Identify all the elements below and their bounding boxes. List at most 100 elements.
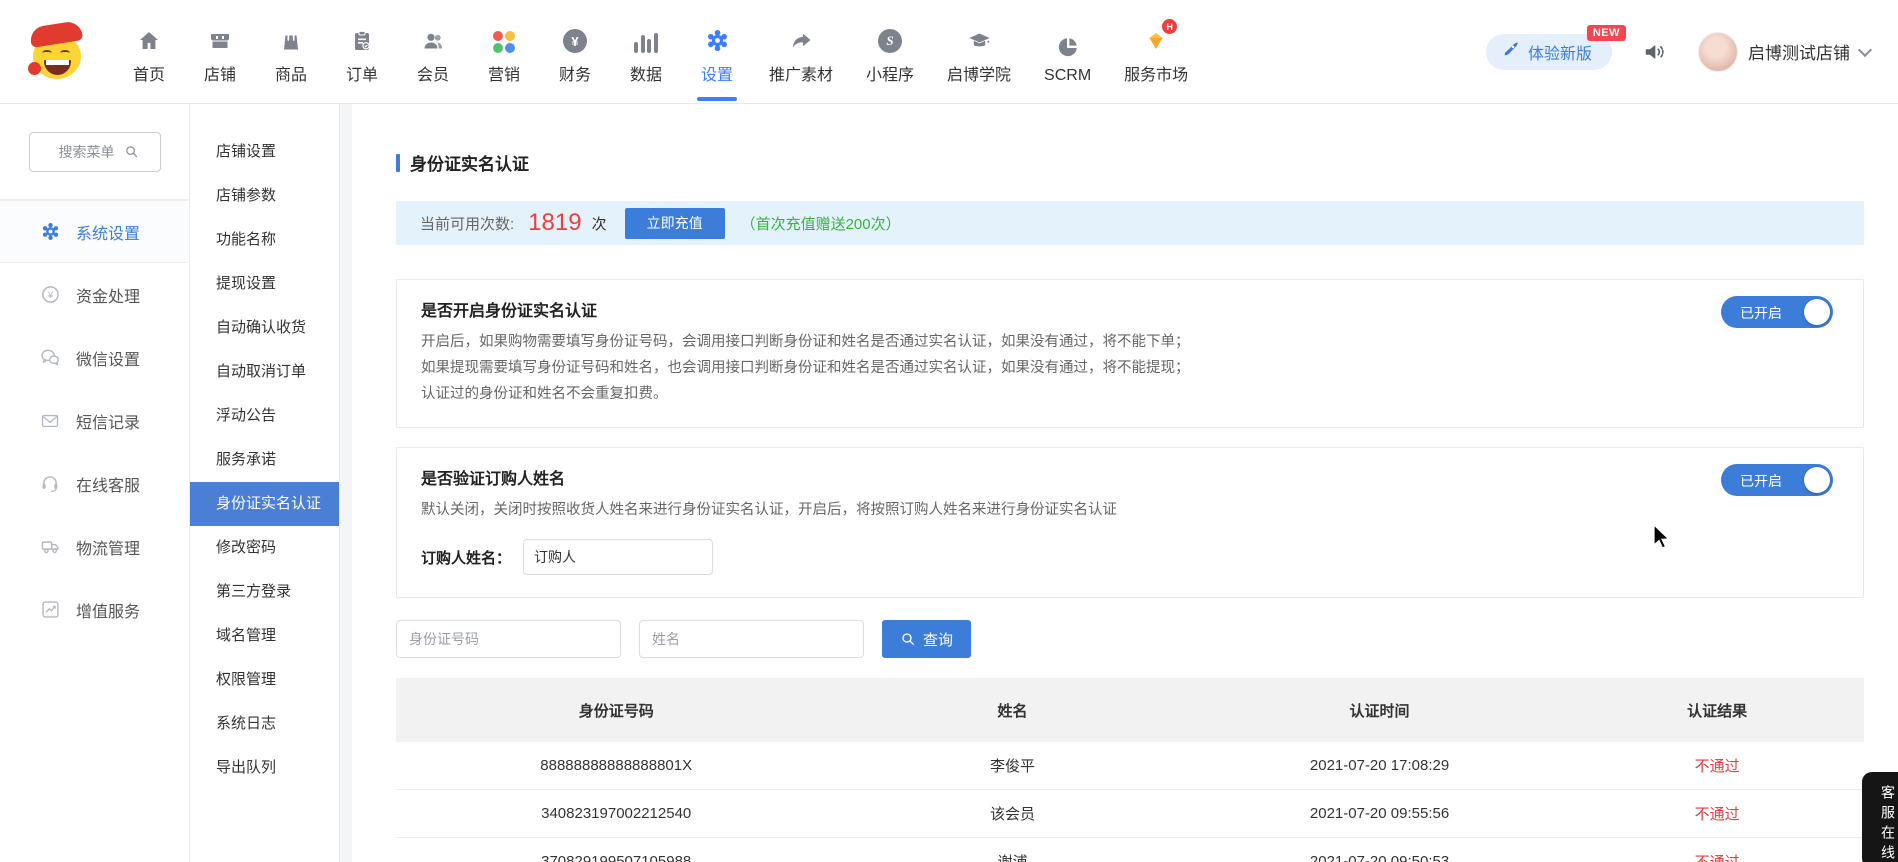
cell-id-number: 88888888888888801X [396, 757, 836, 774]
menu-search-input[interactable] [29, 132, 161, 172]
submenu-item-withdraw-settings[interactable]: 提现设置 [190, 262, 339, 306]
orderer-name-input[interactable] [523, 539, 713, 575]
sidebar-item-sms[interactable]: 短信记录 [0, 389, 189, 452]
query-button-label: 查询 [923, 629, 953, 650]
submenu-item-id-verification[interactable]: 身份证实名认证 [190, 482, 339, 526]
nav-item-orders[interactable]: 订单 [343, 27, 381, 85]
trend-chart-icon [38, 599, 62, 620]
clipboard-icon [350, 27, 374, 53]
mail-icon [38, 411, 62, 431]
sidebar-item-wechat[interactable]: 微信设置 [0, 326, 189, 389]
recharge-button[interactable]: 立即充值 [625, 208, 725, 239]
submenu-item-auto-cancel[interactable]: 自动取消订单 [190, 350, 339, 394]
cell-name: 谢浦 [836, 851, 1188, 862]
orderer-name-label: 订购人姓名： [421, 547, 511, 568]
page-title-text: 身份证实名认证 [410, 150, 529, 175]
table-row: 88888888888888801X 李俊平 2021-07-20 17:08:… [396, 742, 1864, 790]
name-input[interactable] [639, 620, 864, 658]
top-nav: 首页 店铺 商品 订单 [0, 0, 1898, 104]
col-header-time: 认证时间 [1189, 700, 1571, 721]
sidebar-item-online-service[interactable]: 在线客服 [0, 452, 189, 515]
nav-item-data[interactable]: 数据 [627, 27, 665, 85]
primary-sidebar: 系统设置 ¥ 资金处理 微信设置 短信记录 [0, 104, 190, 862]
cell-time: 2021-07-20 17:08:29 [1189, 757, 1571, 774]
sidebar-item-label: 资金处理 [76, 283, 140, 307]
nav-label: SCRM [1044, 67, 1091, 85]
headset-icon [38, 473, 62, 494]
nav-item-settings[interactable]: 设置 [698, 27, 736, 85]
section-desc-line: 如果提现需要填写身份证号码和姓名，也会调用接口判断身份证和姓名是否通过实名认证，… [421, 355, 1839, 381]
members-icon [421, 27, 445, 53]
nav-label: 财务 [559, 61, 591, 85]
account-menu[interactable]: 启博测试店铺 [1698, 32, 1870, 72]
main-content: 身份证实名认证 当前可用次数: 1819 次 立即充值 （首次充值赠送200次）… [340, 104, 1898, 862]
nav-item-academy[interactable]: 启博学院 [947, 27, 1011, 85]
id-number-input[interactable] [396, 620, 621, 658]
avatar [1698, 32, 1738, 72]
submenu-item-permission-management[interactable]: 权限管理 [190, 658, 339, 702]
sidebar-item-value-added[interactable]: 增值服务 [0, 578, 189, 641]
submenu-item-shop-settings[interactable]: 店铺设置 [190, 130, 339, 174]
gear-icon [38, 221, 62, 242]
nav-label: 会员 [417, 61, 449, 85]
quota-banner: 当前可用次数: 1819 次 立即充值 （首次充值赠送200次） [396, 201, 1864, 245]
cell-id-number: 340823197002212540 [396, 805, 836, 822]
toggle-label: 已开启 [1740, 471, 1782, 491]
wechat-icon [38, 347, 62, 368]
orderer-name-section: 是否验证订购人姓名 默认关闭，关闭时按照收货人姓名来进行身份证实名认证，开启后，… [396, 447, 1864, 598]
table-header-row: 身份证号码 姓名 认证时间 认证结果 [396, 678, 1864, 742]
submenu-item-shop-params[interactable]: 店铺参数 [190, 174, 339, 218]
submenu-item-auto-confirm[interactable]: 自动确认收货 [190, 306, 339, 350]
nav-label: 推广素材 [769, 61, 833, 85]
nav-label: 设置 [701, 61, 733, 85]
sidebar-item-logistics[interactable]: 物流管理 [0, 515, 189, 578]
submenu-item-feature-names[interactable]: 功能名称 [190, 218, 339, 262]
toggle-knob [1804, 467, 1830, 493]
sidebar-item-funds[interactable]: ¥ 资金处理 [0, 263, 189, 326]
sidebar-item-system-settings[interactable]: 系统设置 [0, 200, 189, 263]
section-desc-line: 默认关闭，关闭时按照收货人姓名来进行身份证实名认证，开启后，将按照订购人姓名来进… [421, 497, 1839, 523]
submenu-item-service-promise[interactable]: 服务承诺 [190, 438, 339, 482]
page-title: 身份证实名认证 [396, 150, 1864, 175]
bar-chart-icon [634, 27, 658, 53]
speaker-icon[interactable] [1642, 39, 1668, 65]
nav-item-store[interactable]: 店铺 [201, 27, 239, 85]
bonus-note: （首次充值赠送200次） [741, 213, 901, 234]
app-logo[interactable] [30, 22, 88, 82]
nav-item-marketing[interactable]: 营销 [485, 27, 523, 85]
nav-item-miniprogram[interactable]: S 小程序 [866, 27, 914, 85]
toggle-knob [1804, 299, 1830, 325]
toggle-label: 已开启 [1740, 303, 1782, 323]
graduation-cap-icon [967, 27, 992, 53]
nav-item-home[interactable]: 首页 [130, 27, 168, 85]
nav-item-members[interactable]: 会员 [414, 27, 452, 85]
orderer-name-toggle[interactable]: 已开启 [1721, 464, 1833, 496]
submenu-item-third-party-login[interactable]: 第三方登录 [190, 570, 339, 614]
submenu-item-floating-notice[interactable]: 浮动公告 [190, 394, 339, 438]
query-button[interactable]: 查询 [882, 620, 971, 658]
nav-item-finance[interactable]: ¥ 财务 [556, 27, 594, 85]
nav-label: 营销 [488, 61, 520, 85]
search-icon [124, 144, 139, 159]
logo-eye [60, 50, 70, 56]
id-auth-toggle[interactable]: 已开启 [1721, 296, 1833, 328]
nav-item-promo-material[interactable]: 推广素材 [769, 27, 833, 85]
auth-records-table: 身份证号码 姓名 认证时间 认证结果 88888888888888801X 李俊… [396, 678, 1864, 862]
submenu-item-system-log[interactable]: 系统日志 [190, 702, 339, 746]
sidebar-item-label: 增值服务 [76, 598, 140, 622]
logo-hat-ball [28, 62, 41, 75]
nav-item-service-market[interactable]: H 服务市场 [1124, 27, 1188, 85]
nav-item-scrm[interactable]: SCRM [1044, 33, 1091, 85]
section-desc-line: 开启后，如果购物需要填写身份证号码，会调用接口判断身份证和姓名是否通过实名认证，… [421, 329, 1839, 355]
submenu-item-change-password[interactable]: 修改密码 [190, 526, 339, 570]
submenu-item-domain-management[interactable]: 域名管理 [190, 614, 339, 658]
col-header-id: 身份证号码 [396, 700, 836, 721]
customer-service-badge[interactable]: 客服在线 [1862, 772, 1898, 862]
try-new-version-button[interactable]: 体验新版 NEW [1486, 34, 1612, 70]
home-icon [137, 27, 161, 53]
submenu-item-export-queue[interactable]: 导出队列 [190, 746, 339, 790]
nav-item-goods[interactable]: 商品 [272, 27, 310, 85]
sidebar-item-label: 物流管理 [76, 535, 140, 559]
search-icon [900, 631, 916, 647]
cell-name: 该会员 [836, 803, 1188, 824]
